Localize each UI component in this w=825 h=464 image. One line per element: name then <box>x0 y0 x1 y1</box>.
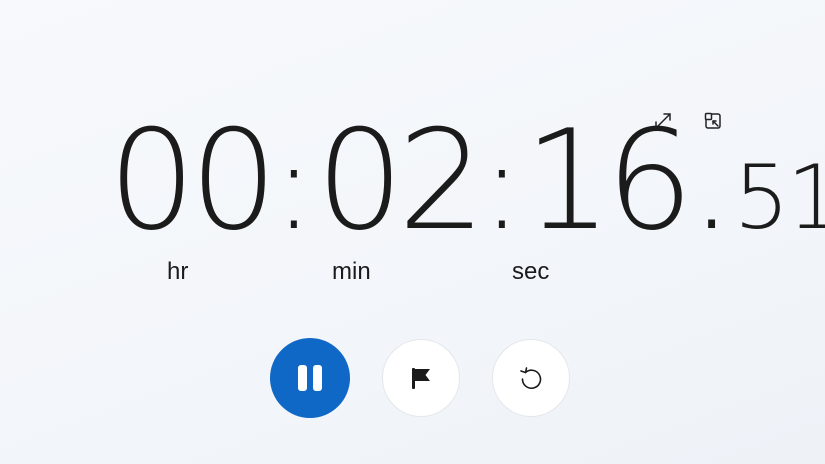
centiseconds-value: 51 <box>733 146 825 249</box>
elapsed-time-display: 00 : 02 : 16 . 51 <box>108 112 825 250</box>
time-separator: : <box>273 118 315 257</box>
hours-value: 00 <box>108 100 278 261</box>
stopwatch-controls <box>270 338 570 418</box>
seconds-label: sec <box>512 258 550 285</box>
reset-button[interactable] <box>492 339 570 417</box>
lap-button[interactable] <box>382 339 460 417</box>
minutes-value: 02 <box>316 100 486 261</box>
seconds-value: 16 <box>524 100 694 261</box>
reset-icon <box>520 367 542 389</box>
decimal-separator: . <box>689 100 734 261</box>
hours-label: hr <box>167 258 189 285</box>
time-separator: : <box>481 118 523 257</box>
pause-button[interactable] <box>270 338 350 418</box>
flag-icon <box>412 368 430 389</box>
minutes-label: min <box>332 258 371 285</box>
pause-icon <box>295 365 325 391</box>
stopwatch-view: 00 : 02 : 16 . 51 hr min sec <box>0 0 825 464</box>
